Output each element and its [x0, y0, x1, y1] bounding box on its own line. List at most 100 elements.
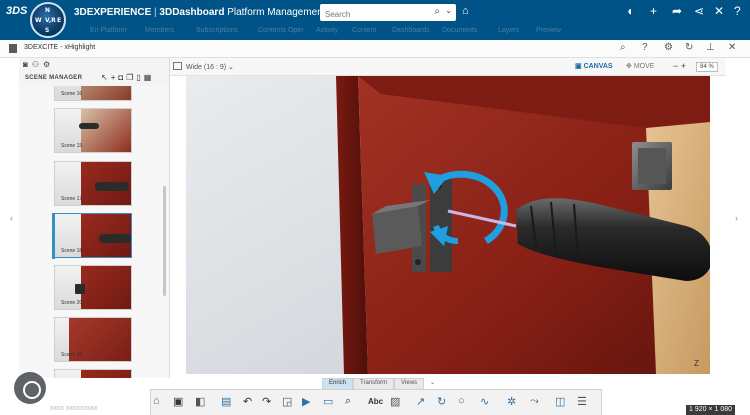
- compass-center: V,R: [45, 17, 56, 24]
- zoom-value[interactable]: 84 %: [696, 62, 718, 72]
- help-icon[interactable]: ?: [642, 42, 648, 53]
- screw-head: [415, 259, 421, 265]
- scrollbar[interactable]: [163, 186, 166, 296]
- search-icon[interactable]: ⌕: [345, 395, 351, 408]
- image-icon[interactable]: ▤: [221, 395, 231, 408]
- search-dropdown-icon[interactable]: ⌄: [445, 6, 452, 15]
- aspect-ratio-label: Wide (16 : 9): [186, 64, 227, 71]
- dashboard-tab[interactable]: Dashboards: [392, 27, 430, 34]
- dashboard-tab[interactable]: Content: [352, 27, 377, 34]
- tab-views[interactable]: Views: [394, 378, 425, 389]
- copy-icon[interactable]: ❐: [126, 73, 133, 82]
- add-scene-icon[interactable]: +: [111, 73, 116, 82]
- dashboard-tab[interactable]: Activity: [316, 27, 338, 34]
- scene-thumbnail[interactable]: Scene 15: [54, 108, 132, 153]
- tab-enrich[interactable]: Enrich: [322, 378, 354, 389]
- hinge-body: [372, 206, 422, 254]
- dashboard-tab[interactable]: Documents: [442, 27, 477, 34]
- dashboard-tab[interactable]: Preview: [536, 27, 561, 34]
- chevron-right-icon[interactable]: ›: [735, 213, 738, 223]
- document-icon[interactable]: ▯: [136, 73, 140, 82]
- viewport-toolbar: Wide (16 : 9) ⌄ ▣ CANVAS ✥ MOVE − + 84 %: [170, 58, 726, 76]
- play-icon[interactable]: ▶: [302, 395, 310, 408]
- explode-icon[interactable]: ✲: [507, 395, 516, 408]
- tag-icon[interactable]: ⌂: [462, 5, 469, 17]
- scene-thumbnail[interactable]: Scene 20: [54, 265, 132, 310]
- scene-label: Scene 18: [61, 248, 83, 254]
- aspect-ratio-select[interactable]: Wide (16 : 9) ⌄: [186, 63, 234, 71]
- dashboard-tab[interactable]: Layers: [498, 27, 519, 34]
- dashboard-tab[interactable]: Members: [145, 27, 174, 34]
- tab-transform[interactable]: Transform: [353, 378, 395, 389]
- comment-icon[interactable]: ▭: [323, 395, 333, 408]
- scene-thumbnail[interactable]: Scene 17: [54, 161, 132, 206]
- notification-icon[interactable]: ◖: [626, 4, 633, 18]
- search-icon[interactable]: ⌕: [434, 6, 440, 17]
- rotate-tool-icon[interactable]: ↻: [437, 395, 446, 408]
- dashboard-tab[interactable]: Subscriptions: [196, 27, 238, 34]
- scene-thumbnail[interactable]: Scene 19: [54, 317, 132, 362]
- arrow-tool-icon[interactable]: ↗: [416, 395, 425, 408]
- text-tool-icon[interactable]: Abc: [368, 397, 383, 406]
- layout-icon[interactable]: ◫: [555, 395, 565, 408]
- gear-icon[interactable]: ⚙: [664, 42, 673, 53]
- frame-icon[interactable]: [173, 62, 182, 70]
- app-title[interactable]: 3DEXPERIENCE | 3DDashboard Platform Mana…: [74, 7, 337, 18]
- network-icon[interactable]: ⋖: [694, 4, 704, 18]
- circle-tool-icon[interactable]: ○: [458, 395, 465, 407]
- help-icon[interactable]: ?: [734, 4, 741, 18]
- settings-tab-icon[interactable]: ⚙: [43, 60, 50, 72]
- save-icon[interactable]: ▣: [173, 395, 183, 408]
- move-button[interactable]: ✥ MOVE: [626, 62, 654, 70]
- scene-label: Scene 19: [61, 352, 83, 358]
- hinge-thumb: [75, 284, 85, 294]
- path-icon[interactable]: ⤳: [530, 395, 539, 408]
- canvas-button[interactable]: ▣ CANVAS: [575, 62, 613, 70]
- share-icon[interactable]: ➦: [672, 4, 682, 18]
- chevron-down-icon[interactable]: ⌄: [424, 378, 441, 389]
- import-icon[interactable]: ◧: [195, 395, 205, 408]
- redo-icon[interactable]: ↷: [262, 395, 271, 408]
- compass-south: S: [45, 27, 50, 34]
- cabinet-scene[interactable]: Z: [186, 76, 710, 374]
- screwdriver-thumb: [99, 234, 131, 243]
- 3d-viewport[interactable]: Wide (16 : 9) ⌄ ▣ CANVAS ✥ MOVE − + 84 %: [170, 58, 726, 378]
- camera-icon[interactable]: ◘: [118, 73, 123, 82]
- platform-name: 3DEXPERIENCE: [74, 7, 152, 18]
- capture-icon[interactable]: ◲: [282, 395, 292, 408]
- select-icon[interactable]: ↖: [101, 73, 108, 82]
- list-icon[interactable]: ☰: [577, 395, 587, 408]
- zoom-controls[interactable]: − +: [673, 61, 686, 71]
- pin-icon[interactable]: ⊥: [706, 42, 715, 53]
- dashboard-tab[interactable]: En Platform: [90, 27, 127, 34]
- refresh-icon[interactable]: ↻: [685, 42, 693, 53]
- home-icon[interactable]: ⌂: [153, 395, 160, 407]
- search-box[interactable]: ⌕ ⌄: [320, 4, 456, 23]
- lens-search-button[interactable]: [14, 372, 46, 404]
- chevron-left-icon[interactable]: ‹: [10, 213, 13, 223]
- scene-thumbnail[interactable]: [54, 369, 132, 378]
- close-icon[interactable]: ✕: [728, 42, 736, 53]
- search-icon[interactable]: ⌕: [620, 42, 626, 53]
- compass-north: N: [45, 7, 51, 14]
- search-input[interactable]: [320, 6, 420, 23]
- scene-list[interactable]: Scene 16 Scene 15 Scene 17 Scene 18 Scen…: [19, 86, 169, 378]
- resolution-badge: 1 920 × 1 080: [686, 405, 736, 415]
- compass-button[interactable]: N W E V,R S: [30, 2, 66, 38]
- scene-thumbnail-selected[interactable]: Scene 18: [54, 213, 132, 258]
- dashboard-tabs-bar: En Platform Members Subscriptions Conten…: [0, 26, 750, 40]
- grid-view-icon[interactable]: ▦: [144, 73, 152, 82]
- undo-icon[interactable]: ↶: [243, 395, 252, 408]
- scene-thumbnail[interactable]: Scene 16: [54, 86, 132, 101]
- palette-tab-icon[interactable]: ⚇: [32, 60, 39, 72]
- hinge-bracket-inner: [638, 148, 666, 184]
- dashboard-tab[interactable]: Contents Oper: [258, 27, 304, 34]
- camera-tab-icon[interactable]: ◙: [23, 60, 28, 72]
- add-icon[interactable]: +: [650, 4, 657, 18]
- picture-icon[interactable]: ▨: [390, 395, 400, 408]
- watermark: xxxx xxxxxxxxx: [50, 405, 98, 412]
- freehand-tool-icon[interactable]: ∿: [480, 395, 489, 408]
- scene-label: Scene 17: [61, 196, 83, 202]
- scene-manager-panel: ◙ ⚇ ⚙ SCENE MANAGER ↖ + ◘ ❐ ▯ ▦ Scene 16…: [19, 58, 170, 378]
- tools-icon[interactable]: ✕: [714, 4, 724, 18]
